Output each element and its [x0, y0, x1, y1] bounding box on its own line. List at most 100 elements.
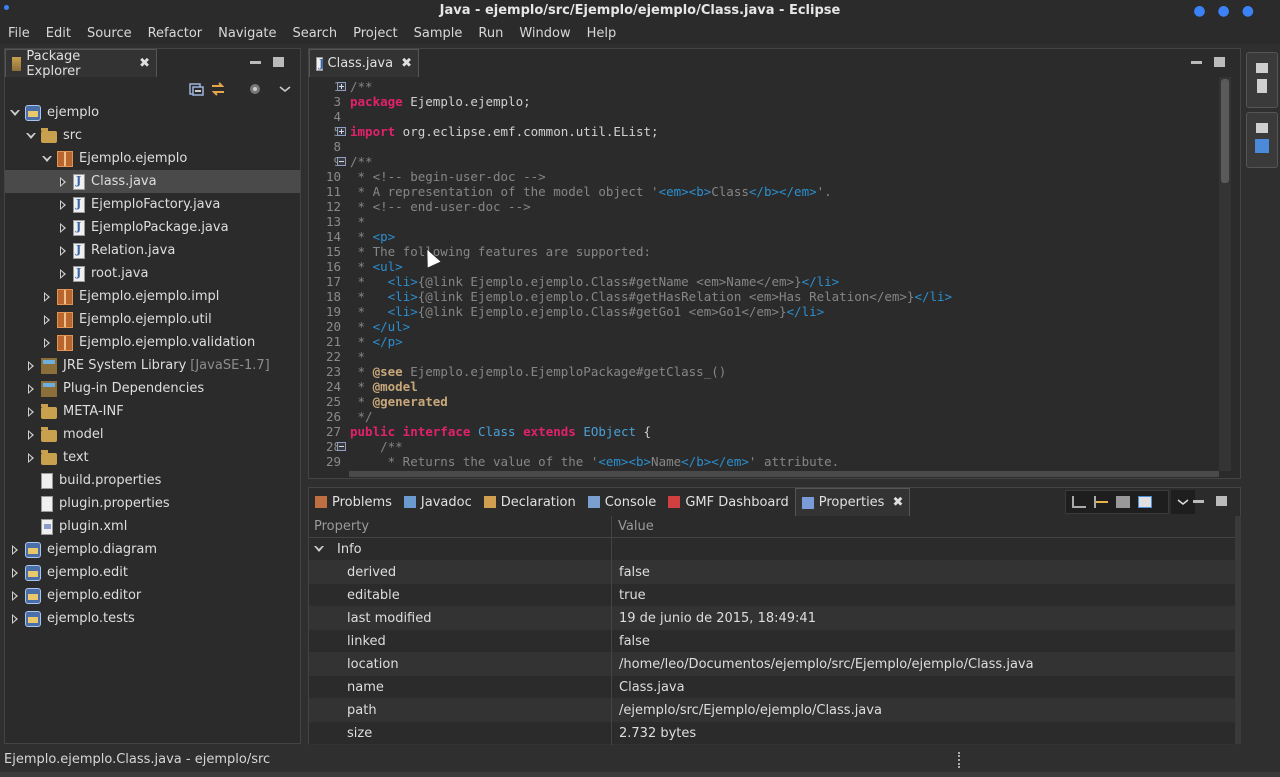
- window-menu-icon[interactable]: [4, 5, 9, 10]
- tab-properties[interactable]: Properties ✖: [794, 488, 911, 516]
- tree-item[interactable]: Ejemplo.ejemplo: [5, 147, 300, 170]
- collapsed-twisty-icon[interactable]: [9, 590, 21, 602]
- code-line[interactable]: 9/**: [309, 154, 1219, 169]
- view-menu-chevron-icon[interactable]: [277, 81, 293, 97]
- expanded-twisty-icon[interactable]: [41, 153, 53, 165]
- code-line[interactable]: 5import org.eclipse.emf.common.util.ELis…: [309, 124, 1219, 139]
- collapsed-twisty-icon[interactable]: [57, 268, 69, 280]
- tab-gmf-dashboard[interactable]: GMF Dashboard: [662, 488, 794, 516]
- focus-on-task-icon[interactable]: [247, 81, 263, 97]
- collapse-fold-icon[interactable]: [337, 442, 346, 451]
- menu-source[interactable]: Source: [79, 26, 140, 41]
- collapsed-twisty-icon[interactable]: [9, 544, 21, 556]
- collapsed-twisty-icon[interactable]: [9, 613, 21, 625]
- code-line[interactable]: 24 * @model: [309, 379, 1219, 394]
- collapsed-twisty-icon[interactable]: [25, 429, 37, 441]
- collapse-all-icon[interactable]: [188, 81, 204, 97]
- menu-project[interactable]: Project: [345, 26, 405, 41]
- code-line[interactable]: 20 * </ul>: [309, 319, 1219, 334]
- code-line[interactable]: 17 * <li>{@link Ejemplo.ejemplo.Class#ge…: [309, 274, 1219, 289]
- restore-icon[interactable]: [1256, 123, 1268, 133]
- column-header-value[interactable]: Value: [612, 519, 654, 534]
- tree-item[interactable]: root.java: [5, 262, 300, 285]
- code-line[interactable]: 26 */: [309, 409, 1219, 424]
- code-line[interactable]: 25 * @generated: [309, 394, 1219, 409]
- code-line[interactable]: 1/**: [309, 79, 1219, 94]
- collapsed-twisty-icon[interactable]: [41, 291, 53, 303]
- code-line[interactable]: 10 * <!-- begin-user-doc -->: [309, 169, 1219, 184]
- tree-item[interactable]: EjemploPackage.java: [5, 216, 300, 239]
- code-line[interactable]: 27 public interface Class extends EObject…: [309, 424, 1219, 439]
- code-line[interactable]: 16 * <ul>: [309, 259, 1219, 274]
- tab-class-java[interactable]: Class.java ✖: [309, 49, 419, 77]
- menu-help[interactable]: Help: [579, 26, 625, 41]
- code-line[interactable]: 11 * A representation of the model objec…: [309, 184, 1219, 199]
- code-line[interactable]: 22 *: [309, 349, 1219, 364]
- tree-item[interactable]: Ejemplo.ejemplo.util: [5, 308, 300, 331]
- pin-to-selection-icon[interactable]: [1138, 496, 1152, 508]
- code-line[interactable]: 21 * </p>: [309, 334, 1219, 349]
- scrollbar-thumb[interactable]: [1221, 79, 1229, 183]
- tree-item[interactable]: ejemplo.edit: [5, 561, 300, 584]
- collapsed-twisty-icon[interactable]: [41, 314, 53, 326]
- code-line[interactable]: 4: [309, 109, 1219, 124]
- code-line[interactable]: 12 * <!-- end-user-doc -->: [309, 199, 1219, 214]
- collapsed-twisty-icon[interactable]: [9, 567, 21, 579]
- code-line[interactable]: 8: [309, 139, 1219, 154]
- minimize-icon[interactable]: [1193, 500, 1204, 503]
- close-icon[interactable]: ✖: [401, 56, 412, 71]
- minimize-icon[interactable]: [250, 61, 261, 64]
- restore-icon[interactable]: [1256, 63, 1268, 73]
- code-editor[interactable]: 1/**3 package Ejemplo.ejemplo; 45import or…: [309, 77, 1219, 471]
- code-line[interactable]: 14 * <p>: [309, 229, 1219, 244]
- tree-item[interactable]: plugin.properties: [5, 492, 300, 515]
- show-advanced-icon[interactable]: [1094, 496, 1108, 508]
- outline-icon[interactable]: [1257, 79, 1267, 93]
- code-line[interactable]: 18 * <li>{@link Ejemplo.ejemplo.Class#ge…: [309, 289, 1219, 304]
- tree-item[interactable]: ejemplo.tests: [5, 607, 300, 630]
- task-list-icon[interactable]: [1255, 139, 1269, 153]
- view-menu-chevron-icon[interactable]: [1171, 490, 1195, 514]
- code-line[interactable]: 19 * <li>{@link Ejemplo.ejemplo.Class#ge…: [309, 304, 1219, 319]
- property-row[interactable]: linked false: [309, 629, 1235, 653]
- maximize-icon[interactable]: [1214, 57, 1225, 67]
- code-line[interactable]: 13 *: [309, 214, 1219, 229]
- menu-edit[interactable]: Edit: [38, 26, 79, 41]
- collapsed-twisty-icon[interactable]: [25, 383, 37, 395]
- tree-item[interactable]: Plug-in Dependencies: [5, 377, 300, 400]
- tab-package-explorer[interactable]: Package Explorer ✖: [5, 49, 157, 79]
- tree-item[interactable]: ejemplo.editor: [5, 584, 300, 607]
- code-line[interactable]: 15 * The following features are supporte…: [309, 244, 1219, 259]
- properties-group-row[interactable]: Info: [309, 537, 1235, 561]
- expanded-twisty-icon[interactable]: [9, 107, 21, 119]
- menu-navigate[interactable]: Navigate: [210, 26, 284, 41]
- collapsed-twisty-icon[interactable]: [57, 245, 69, 257]
- property-row[interactable]: location/home/leo/Documentos/ejemplo/src…: [309, 652, 1235, 676]
- menu-run[interactable]: Run: [470, 26, 511, 41]
- collapsed-twisty-icon[interactable]: [25, 406, 37, 418]
- horizontal-scrollbar[interactable]: [349, 471, 1219, 477]
- menu-sample[interactable]: Sample: [406, 26, 471, 41]
- tree-item[interactable]: Ejemplo.ejemplo.impl: [5, 285, 300, 308]
- property-row[interactable]: derived false: [309, 560, 1235, 584]
- restore-default-icon[interactable]: [1116, 496, 1130, 508]
- tree-item[interactable]: ejemplo: [5, 101, 300, 124]
- tree-item[interactable]: EjemploFactory.java: [5, 193, 300, 216]
- show-categories-icon[interactable]: [1072, 496, 1086, 508]
- tree-item[interactable]: src: [5, 124, 300, 147]
- tree-item[interactable]: model: [5, 423, 300, 446]
- property-row[interactable]: last modified 19 de junio de 2015, 18:49:…: [309, 606, 1235, 630]
- tab-problems[interactable]: Problems: [309, 488, 398, 516]
- property-row[interactable]: name Class.java: [309, 675, 1235, 699]
- code-line[interactable]: 3 package Ejemplo.ejemplo;: [309, 94, 1219, 109]
- tree-item[interactable]: Relation.java: [5, 239, 300, 262]
- maximize-icon[interactable]: [1216, 496, 1227, 506]
- property-row[interactable]: size 2.732 bytes: [309, 721, 1235, 745]
- maximize-icon[interactable]: [273, 57, 284, 67]
- tab-declaration[interactable]: Declaration: [478, 488, 582, 516]
- collapsed-twisty-icon[interactable]: [57, 199, 69, 211]
- tree-item[interactable]: Ejemplo.ejemplo.validation: [5, 331, 300, 354]
- tree-item[interactable]: build.properties: [5, 469, 300, 492]
- vertical-scrollbar[interactable]: [1219, 77, 1231, 471]
- menu-refactor[interactable]: Refactor: [140, 26, 211, 41]
